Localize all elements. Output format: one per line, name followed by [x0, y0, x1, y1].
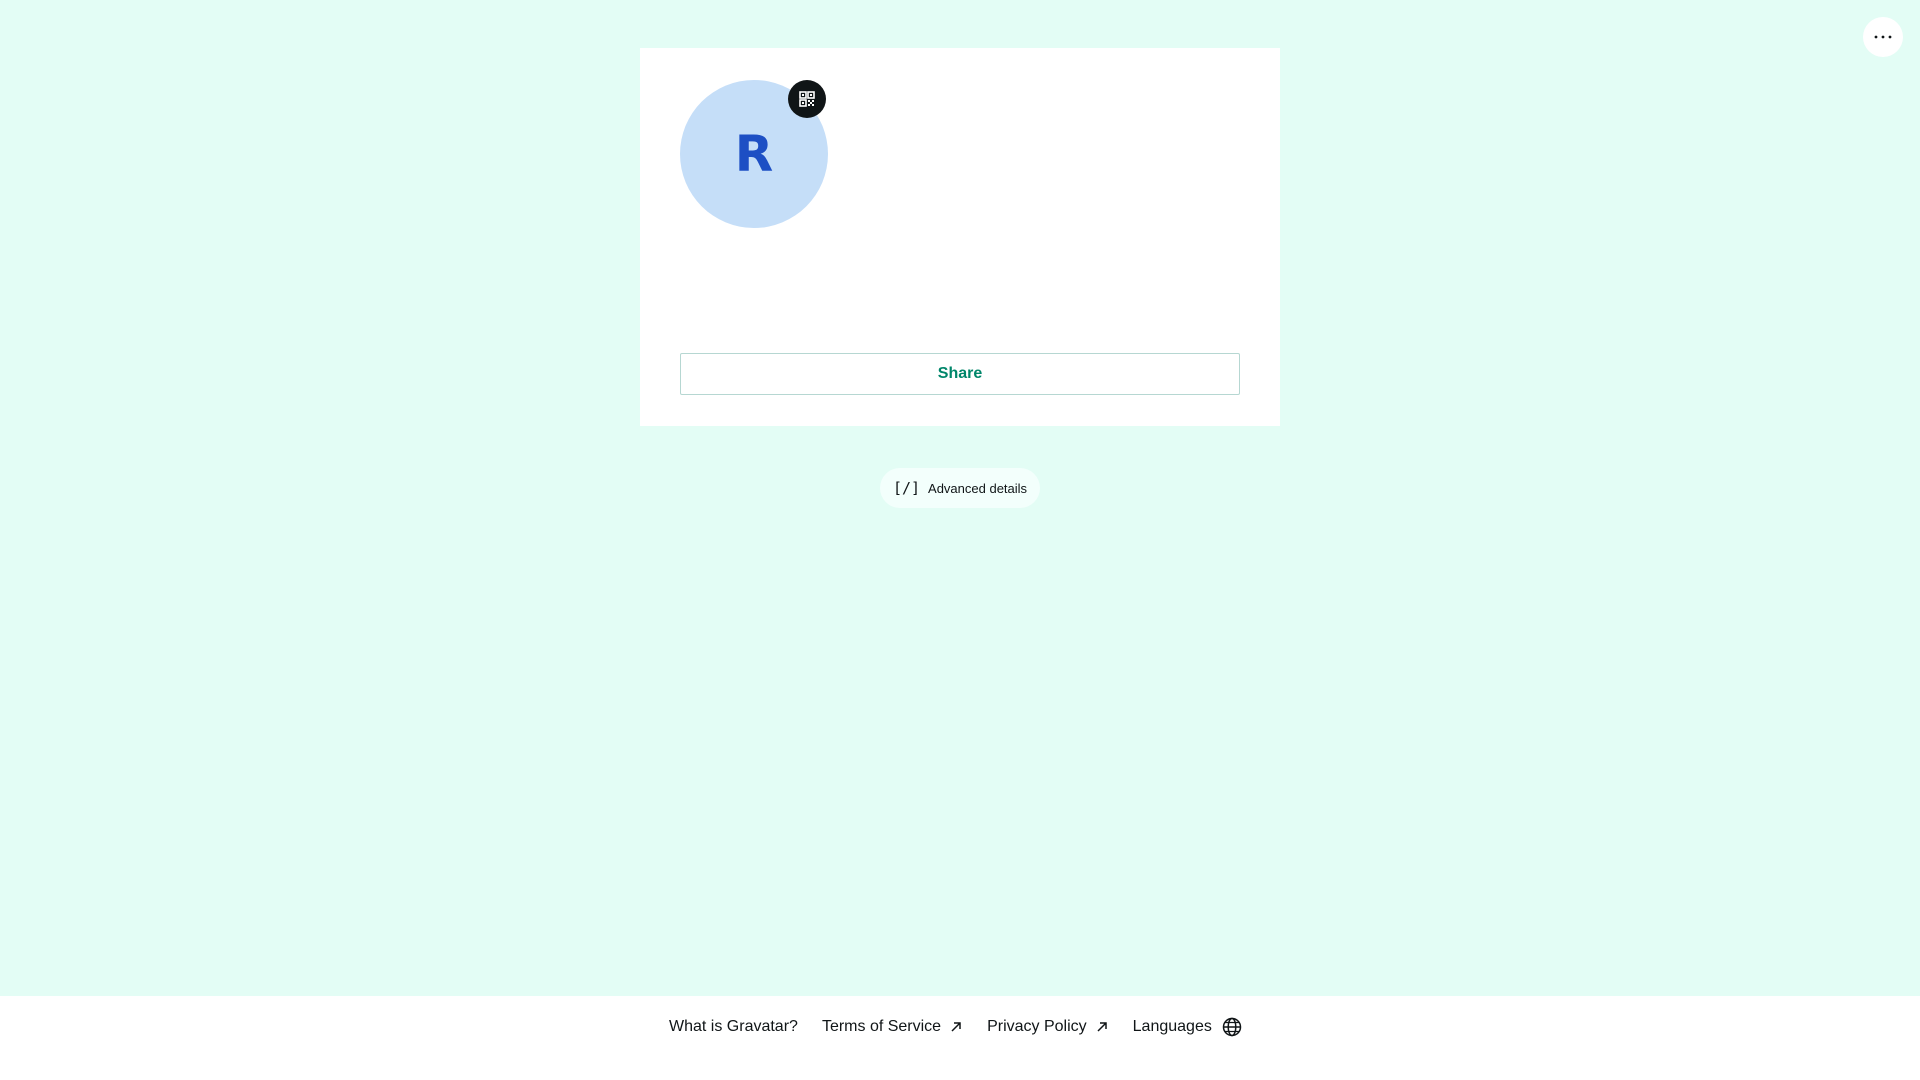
footer-link-what-is-gravatar[interactable]: What is Gravatar?	[669, 1018, 798, 1036]
footer-link-terms-of-service[interactable]: Terms of Service	[822, 1018, 963, 1036]
footer-link-label: Terms of Service	[821, 1018, 942, 1035]
footer-link-privacy-policy[interactable]: Privacy Policy	[987, 1018, 1109, 1036]
external-link-icon	[1095, 1020, 1109, 1034]
footer-link-languages[interactable]: Languages	[1133, 1017, 1242, 1037]
footer-link-label: What is Gravatar?	[669, 1018, 798, 1035]
profile-card: R Share	[640, 48, 1280, 426]
more-options-button[interactable]	[1863, 17, 1903, 57]
advanced-details-button[interactable]: [/] Advanced details	[880, 468, 1040, 508]
footer-link-label: Languages	[1132, 1018, 1212, 1035]
globe-icon	[1222, 1017, 1242, 1037]
advanced-details-label: Advanced details	[928, 480, 1028, 496]
code-brackets-icon: [/]	[892, 479, 921, 497]
external-link-icon	[949, 1020, 963, 1034]
ellipsis-icon	[1874, 35, 1892, 39]
qr-code-icon	[799, 91, 815, 107]
footer: What is Gravatar? Terms of Service Priva…	[0, 996, 1920, 1080]
footer-links: What is Gravatar? Terms of Service Priva…	[669, 1014, 1242, 1040]
avatar-initial: R	[734, 125, 774, 183]
qr-code-button[interactable]	[788, 80, 826, 118]
footer-link-label: Privacy Policy	[987, 1018, 1087, 1035]
share-button[interactable]: Share	[680, 353, 1240, 395]
